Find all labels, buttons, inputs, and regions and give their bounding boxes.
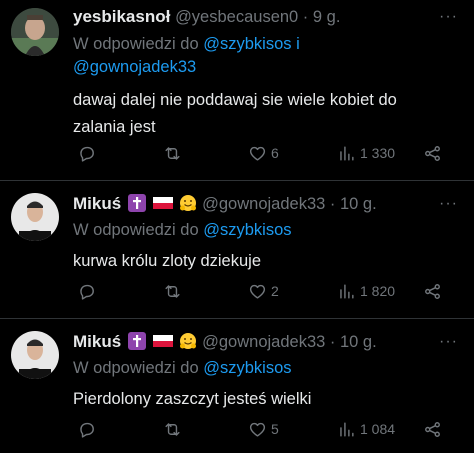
share-button[interactable] bbox=[423, 279, 442, 303]
tweet[interactable]: yesbikasnoł @yesbecausen0 · 9 g. ··· W o… bbox=[0, 0, 474, 180]
view-count: 1 084 bbox=[360, 421, 396, 437]
view-count: 1 820 bbox=[360, 283, 396, 299]
tweet-header: yesbikasnoł @yesbecausen0 · 9 g. ··· bbox=[73, 4, 464, 30]
display-name[interactable]: yesbikasnoł bbox=[73, 7, 170, 26]
action-bar: 5 1 084 bbox=[73, 417, 453, 441]
like-button[interactable]: 5 bbox=[248, 417, 279, 441]
handle-time[interactable]: @yesbecausen0 · 9 g. bbox=[175, 8, 340, 26]
reply-joiner: i bbox=[296, 35, 300, 53]
tweet-text-line: kurwa królu zloty dziekuje bbox=[73, 252, 261, 270]
avatar[interactable] bbox=[11, 331, 59, 379]
more-options-icon[interactable]: ··· bbox=[439, 4, 458, 30]
reply-icon bbox=[80, 284, 94, 300]
avatar-image bbox=[11, 8, 59, 56]
share-button[interactable] bbox=[423, 417, 442, 441]
cross-emoji-icon bbox=[127, 332, 146, 350]
reply-button[interactable] bbox=[77, 279, 96, 303]
avatar-image bbox=[11, 193, 59, 241]
tweet-text-line: dawaj dalej nie poddawaj sie wiele kobie… bbox=[73, 91, 397, 109]
reply-button[interactable] bbox=[77, 141, 96, 165]
views-button[interactable]: 1 820 bbox=[337, 279, 395, 303]
mention-link[interactable]: @szybkisos bbox=[203, 221, 291, 239]
tweet-header: Mikuś @gownojadek33 · 10 g. ··· bbox=[73, 191, 464, 217]
hugging-face-emoji-icon bbox=[179, 194, 197, 212]
action-bar: 2 1 820 bbox=[73, 279, 453, 303]
reply-prefix: W odpowiedzi do bbox=[73, 221, 199, 239]
avatar-image bbox=[11, 331, 59, 379]
like-button[interactable]: 2 bbox=[248, 279, 279, 303]
tweet-text-line: zalania jest bbox=[73, 118, 156, 136]
retweet-icon bbox=[165, 284, 180, 298]
tweet-text-line: Pierdolony zaszczyt jesteś wielki bbox=[73, 390, 312, 408]
handle-time[interactable]: @gownojadek33 · 10 g. bbox=[202, 195, 377, 213]
tweet-text: Pierdolony zaszczyt jesteś wielki bbox=[73, 388, 464, 411]
like-count: 5 bbox=[271, 421, 279, 437]
cross-emoji-icon bbox=[127, 194, 146, 212]
reply-icon bbox=[80, 422, 94, 438]
retweet-button[interactable] bbox=[163, 417, 182, 441]
share-button[interactable] bbox=[423, 141, 442, 165]
tweet[interactable]: Mikuś @gownojadek33 · 10 g. ··· W odpowi… bbox=[0, 181, 474, 318]
views-icon bbox=[340, 145, 354, 161]
handle-time[interactable]: @gownojadek33 · 10 g. bbox=[202, 333, 377, 351]
share-icon bbox=[425, 283, 440, 299]
like-count: 6 bbox=[271, 145, 279, 161]
tweet-text: dawaj dalej nie poddawaj sie wiele kobie… bbox=[73, 87, 464, 141]
reply-prefix: W odpowiedzi do bbox=[73, 359, 199, 377]
share-icon bbox=[425, 145, 440, 161]
avatar[interactable] bbox=[11, 193, 59, 241]
poland-flag-icon bbox=[152, 194, 173, 212]
views-button[interactable]: 1 084 bbox=[337, 417, 395, 441]
action-bar: 6 1 330 bbox=[73, 141, 453, 165]
tweet-text: kurwa królu zloty dziekuje bbox=[73, 250, 464, 273]
like-icon bbox=[249, 422, 266, 437]
retweet-button[interactable] bbox=[163, 279, 182, 303]
like-icon bbox=[249, 284, 266, 299]
tweet[interactable]: Mikuś @gownojadek33 · 10 g. ··· W odpowi… bbox=[0, 319, 474, 453]
tweet-header: Mikuś @gownojadek33 · 10 g. ··· bbox=[73, 329, 464, 355]
reply-context: W odpowiedzi do @szybkisos i @gownojadek… bbox=[73, 33, 464, 79]
retweet-icon bbox=[165, 146, 180, 160]
views-icon bbox=[340, 421, 354, 437]
retweet-icon bbox=[165, 422, 180, 436]
reply-icon bbox=[80, 146, 94, 162]
reply-context: W odpowiedzi do @szybkisos bbox=[73, 219, 464, 242]
display-name[interactable]: Mikuś bbox=[73, 332, 121, 351]
display-name[interactable]: Mikuś bbox=[73, 194, 121, 213]
reply-prefix: W odpowiedzi do bbox=[73, 35, 199, 53]
hugging-face-emoji-icon bbox=[179, 332, 197, 350]
mention-link[interactable]: @szybkisos bbox=[203, 35, 291, 53]
mention-link[interactable]: @szybkisos bbox=[203, 359, 291, 377]
views-icon bbox=[340, 283, 354, 299]
more-options-icon[interactable]: ··· bbox=[439, 329, 458, 355]
mention-link[interactable]: @gownojadek33 bbox=[73, 58, 196, 76]
retweet-button[interactable] bbox=[163, 141, 182, 165]
like-count: 2 bbox=[271, 283, 279, 299]
avatar[interactable] bbox=[11, 8, 59, 56]
share-icon bbox=[425, 421, 440, 437]
like-button[interactable]: 6 bbox=[248, 141, 279, 165]
views-button[interactable]: 1 330 bbox=[337, 141, 395, 165]
poland-flag-icon bbox=[152, 332, 173, 350]
more-options-icon[interactable]: ··· bbox=[439, 191, 458, 217]
reply-button[interactable] bbox=[77, 417, 96, 441]
view-count: 1 330 bbox=[360, 145, 396, 161]
reply-context: W odpowiedzi do @szybkisos bbox=[73, 357, 464, 380]
like-icon bbox=[249, 146, 266, 161]
